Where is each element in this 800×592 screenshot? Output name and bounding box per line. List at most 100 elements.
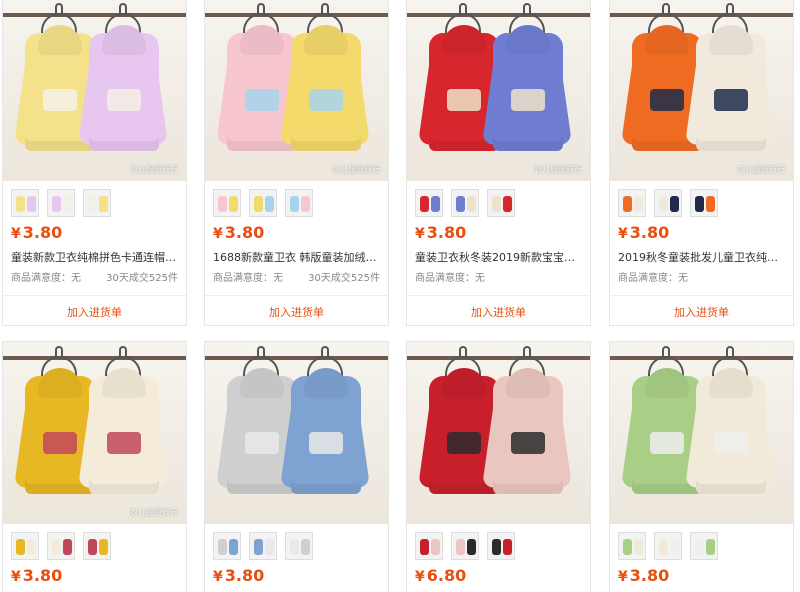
color-thumbnail[interactable] — [451, 532, 479, 560]
garment-print — [511, 432, 545, 454]
product-price: ¥3.80 — [610, 217, 793, 245]
price-value: 3.80 — [22, 223, 63, 242]
color-thumbnail[interactable] — [11, 189, 39, 217]
thumbnail-row — [407, 181, 590, 217]
color-thumbnail[interactable] — [47, 532, 75, 560]
sales-unit: 件 — [168, 273, 178, 284]
garment-print — [107, 432, 141, 454]
product-title[interactable]: 童装新款卫衣纯棉拼色卡通连帽儿童… — [3, 245, 186, 267]
product-card[interactable]: 衣儿服童商行¥3.801688新款童卫衣 韩版童装加绒连帽卫…商品满意度：无30… — [204, 0, 389, 326]
product-image[interactable] — [205, 342, 388, 524]
product-title[interactable]: 1688新款童卫衣 韩版童装加绒连帽卫… — [205, 245, 388, 267]
product-card[interactable]: 衣儿服童商行 ¥3.80 童装新款卫衣纯棉拼色卡通连帽儿童… 商品满意度：无 30天成交… — [2, 0, 187, 326]
currency-symbol: ¥ — [618, 226, 628, 242]
thumbnail-row — [407, 524, 590, 560]
clothing-rail — [610, 13, 793, 17]
sales-prefix: 30天成交 — [106, 273, 149, 284]
product-image[interactable]: 衣儿服童商行 — [407, 0, 590, 181]
clothing-rail — [205, 356, 388, 360]
garment-print — [107, 89, 141, 111]
price-value: 3.80 — [426, 223, 467, 242]
garment-print — [511, 89, 545, 111]
color-thumbnail[interactable] — [618, 532, 646, 560]
color-thumbnail[interactable] — [487, 189, 515, 217]
color-thumbnail[interactable] — [11, 532, 39, 560]
thumbnail-row — [3, 181, 186, 217]
product-price: ¥3.80 — [3, 560, 186, 588]
clothing-rail — [407, 356, 590, 360]
thumbnail-row — [610, 181, 793, 217]
currency-symbol: ¥ — [11, 226, 21, 242]
add-to-purchase-list-button[interactable]: 加入进货单 — [3, 296, 186, 325]
add-to-purchase-list-button[interactable]: 加入进货单 — [407, 296, 590, 325]
color-thumbnail[interactable] — [415, 189, 443, 217]
product-card[interactable]: ¥3.80 — [204, 341, 389, 592]
thumbnail-row — [205, 181, 388, 217]
product-card[interactable]: 衣儿服童商行 ¥3.80 童装卫衣秋冬装2019新款宝宝卫衣儿… 商品满意度：无 加入进… — [406, 0, 591, 326]
thumbnail-row — [205, 524, 388, 560]
price-value: 3.80 — [224, 566, 265, 585]
color-thumbnail[interactable] — [83, 189, 111, 217]
color-thumbnail[interactable] — [690, 189, 718, 217]
product-price: ¥3.80 — [610, 560, 793, 588]
sales-unit: 件 — [370, 273, 380, 284]
product-image[interactable] — [610, 342, 793, 524]
color-thumbnail[interactable] — [690, 532, 718, 560]
product-title[interactable]: 童装卫衣秋冬装2019新款宝宝卫衣儿… — [407, 245, 590, 267]
color-thumbnail[interactable] — [285, 532, 313, 560]
color-thumbnail[interactable] — [83, 532, 111, 560]
color-thumbnail[interactable] — [618, 189, 646, 217]
add-to-purchase-list-button[interactable]: 加入进货单 — [205, 296, 388, 325]
product-card[interactable]: ¥3.80 — [609, 341, 794, 592]
currency-symbol: ¥ — [11, 569, 21, 585]
thumbnail-row — [3, 524, 186, 560]
color-thumbnail[interactable] — [47, 189, 75, 217]
product-card[interactable]: 衣儿服童商行 ¥3.80 — [2, 341, 187, 592]
satisfaction-label: 商品满意度：无 — [11, 273, 81, 284]
color-thumbnail[interactable] — [451, 189, 479, 217]
currency-symbol: ¥ — [213, 569, 223, 585]
sales-count: 30天成交525件 — [106, 269, 178, 289]
garment-print — [43, 432, 77, 454]
product-price: ¥6.80 — [407, 560, 590, 588]
product-meta: 商品满意度：无 30天成交525件 — [3, 267, 186, 289]
color-thumbnail[interactable] — [213, 532, 241, 560]
product-image[interactable]: 衣儿服童商行 — [3, 0, 186, 181]
currency-symbol: ¥ — [618, 569, 628, 585]
satisfaction-label: 商品满意度：无 — [618, 273, 688, 284]
garment-print — [650, 89, 684, 111]
garment-print — [309, 432, 343, 454]
image-watermark: 衣儿服童商行 — [130, 165, 178, 174]
product-image[interactable]: 衣儿服童商行 — [610, 0, 793, 181]
clothing-rail — [3, 356, 186, 360]
color-thumbnail[interactable] — [487, 532, 515, 560]
product-image[interactable]: 衣儿服童商行 — [205, 0, 388, 181]
color-thumbnail[interactable] — [249, 532, 277, 560]
sales-count: 30天成交525件 — [308, 269, 380, 289]
color-thumbnail[interactable] — [654, 189, 682, 217]
add-to-purchase-list-button[interactable]: 加入进货单 — [610, 296, 793, 325]
product-card[interactable]: ¥6.80 — [406, 341, 591, 592]
price-value: 3.80 — [629, 566, 670, 585]
color-thumbnail[interactable] — [249, 189, 277, 217]
color-thumbnail[interactable] — [654, 532, 682, 560]
image-watermark: 衣儿服童商行 — [332, 165, 380, 174]
product-image[interactable]: 衣儿服童商行 — [3, 342, 186, 524]
product-title[interactable]: 2019秋冬童装批发儿童卫衣纯棉 连帽… — [610, 245, 793, 267]
product-meta: 商品满意度：无 — [407, 267, 590, 289]
clothing-rail — [3, 13, 186, 17]
color-thumbnail[interactable] — [213, 189, 241, 217]
garment-print — [650, 432, 684, 454]
product-image[interactable] — [407, 342, 590, 524]
clothing-rail — [205, 13, 388, 17]
color-thumbnail[interactable] — [415, 532, 443, 560]
sales-prefix: 30天成交 — [308, 273, 351, 284]
price-value: 3.80 — [22, 566, 63, 585]
garment-print — [245, 89, 279, 111]
color-thumbnail[interactable] — [285, 189, 313, 217]
clothing-rail — [407, 13, 590, 17]
garment-print — [447, 89, 481, 111]
product-card[interactable]: 衣儿服童商行 ¥3.802019秋冬童装批发儿童卫衣纯棉 连帽… 商品满意度：无加入… — [609, 0, 794, 326]
garment-print — [714, 89, 748, 111]
product-price: ¥3.80 — [205, 217, 388, 245]
